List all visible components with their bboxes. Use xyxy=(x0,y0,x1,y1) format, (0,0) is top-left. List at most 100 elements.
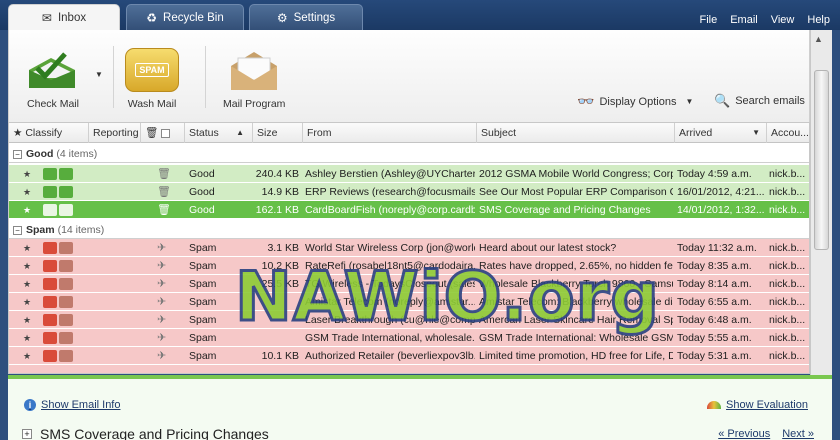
flag-spam-icon[interactable]: ✈ xyxy=(157,332,169,344)
classify-thumbs-icon[interactable] xyxy=(43,350,77,362)
classify-thumbs-icon[interactable] xyxy=(43,332,77,344)
star-icon[interactable]: ★ xyxy=(23,329,33,347)
subject-cell: Rates have dropped, 2.65%, no hidden fee… xyxy=(479,260,673,272)
subject-cell: 2012 GSMA Mobile World Congress; Corpo..… xyxy=(479,168,673,180)
glasses-icon: 👓 xyxy=(577,93,595,109)
classify-thumbs-icon[interactable] xyxy=(43,296,77,308)
menu-file[interactable]: File xyxy=(699,14,717,26)
email-row[interactable]: ★ 🗑 Good 240.4 KB Ashley Berstien (Ashle… xyxy=(9,165,809,183)
ribbon-toolbar: Check Mail ▼ SPAM Wash Mail Mail Program… xyxy=(8,30,810,122)
star-icon[interactable]: ★ xyxy=(23,275,33,293)
email-row-selected[interactable]: ★ 🗑 Good 162.1 KB CardBoardFish (noreply… xyxy=(9,201,809,219)
star-icon[interactable]: ★ xyxy=(23,183,33,201)
subject-cell: SMS Coverage and Pricing Changes xyxy=(479,204,651,216)
show-email-info-link[interactable]: i Show Email Info xyxy=(24,399,120,411)
gear-icon: ⚙ xyxy=(276,10,288,25)
group-header-spam[interactable]: − Spam (14 items) xyxy=(9,221,809,239)
email-row[interactable]: ★ ✈ Spam GSM Trade International, wholes… xyxy=(9,329,809,347)
star-icon[interactable]: ★ xyxy=(23,201,33,219)
trash-icon[interactable]: 🗑 xyxy=(157,168,169,180)
trash-icon[interactable]: 🗑 xyxy=(157,204,169,216)
flag-spam-icon[interactable]: ✈ xyxy=(157,314,169,326)
column-from[interactable]: From xyxy=(303,123,477,143)
flag-spam-icon[interactable]: ✈ xyxy=(157,242,169,254)
account-cell: nick.b... xyxy=(769,332,806,344)
next-link[interactable]: Next » xyxy=(782,428,814,440)
collapse-icon[interactable]: − xyxy=(13,225,22,235)
email-row-partial[interactable] xyxy=(9,365,809,373)
menu-help[interactable]: Help xyxy=(807,14,830,26)
column-size[interactable]: Size xyxy=(253,123,303,143)
column-reporting[interactable]: Reporting xyxy=(89,123,141,143)
preview-title: + SMS Coverage and Pricing Changes xyxy=(22,426,269,440)
column-size-label: Size xyxy=(257,127,278,139)
star-icon[interactable]: ★ xyxy=(23,165,33,183)
from-cell: Amistar Telecom (noreply@amistar... xyxy=(305,296,475,308)
arrived-cell: 14/01/2012, 1:32... xyxy=(677,204,765,216)
trash-icon[interactable]: 🗑 xyxy=(157,186,169,198)
arrived-cell: Today 4:59 a.m. xyxy=(677,168,752,180)
show-evaluation-link[interactable]: Show Evaluation xyxy=(707,399,808,411)
email-row[interactable]: ★ ✈ Spam 10.2 KB RateRefi (rosabel18nt5@… xyxy=(9,257,809,275)
classify-thumbs-icon[interactable] xyxy=(43,168,77,180)
column-account[interactable]: Accou... xyxy=(767,123,809,143)
size-cell: 14.9 KB xyxy=(261,186,299,198)
checkbox-icon[interactable] xyxy=(161,128,171,138)
check-mail-button[interactable]: Check Mail xyxy=(23,48,83,110)
arrived-cell: Today 6:48 a.m. xyxy=(677,314,752,326)
email-row[interactable]: ★ ✈ Spam 10.1 KB Authorized Retailer (be… xyxy=(9,347,809,365)
star-icon[interactable]: ★ xyxy=(23,293,33,311)
column-classify-label: Classify xyxy=(25,127,63,139)
tab-inbox[interactable]: ✉ Inbox xyxy=(8,4,120,30)
from-cell: RateRefi (rosabel18nt5@cardodaira.i... xyxy=(305,260,475,272)
scrollbar[interactable]: ▲ xyxy=(810,30,832,375)
star-icon[interactable]: ★ xyxy=(23,311,33,329)
group-good-label: Good xyxy=(26,148,54,160)
classify-thumbs-icon[interactable] xyxy=(43,186,77,198)
wash-mail-icon: SPAM xyxy=(125,48,179,92)
column-classify[interactable]: ★ Classify xyxy=(9,123,89,143)
group-spam-count: (14 items) xyxy=(57,224,105,236)
column-delete[interactable]: 🗑 xyxy=(141,123,185,143)
envelope-icon: ✉ xyxy=(41,10,52,25)
classify-thumbs-icon[interactable] xyxy=(43,314,77,326)
collapse-icon[interactable]: − xyxy=(13,149,22,159)
flag-spam-icon[interactable]: ✈ xyxy=(157,350,169,362)
mail-program-button[interactable]: Mail Program xyxy=(223,48,285,110)
star-icon[interactable]: ★ xyxy=(23,239,33,257)
column-subject[interactable]: Subject xyxy=(477,123,675,143)
email-row[interactable]: ★ 🗑 Good 14.9 KB ERP Reviews (research@f… xyxy=(9,183,809,201)
previous-link[interactable]: « Previous xyxy=(718,428,770,440)
email-row[interactable]: ★ ✈ Spam 3.1 KB World Star Wireless Corp… xyxy=(9,239,809,257)
flag-spam-icon[interactable]: ✈ xyxy=(157,260,169,272)
star-icon[interactable]: ★ xyxy=(23,347,33,365)
menu-view[interactable]: View xyxy=(771,14,795,26)
menu-email[interactable]: Email xyxy=(730,14,758,26)
status-cell: Spam xyxy=(189,332,217,344)
star-icon[interactable]: ★ xyxy=(23,257,33,275)
flag-spam-icon[interactable]: ✈ xyxy=(157,296,169,308)
column-status[interactable]: Status ▲ xyxy=(185,123,253,143)
scroll-up-icon[interactable]: ▲ xyxy=(814,34,823,44)
subject-cell: GSM Trade International: Wholesale GSM P… xyxy=(479,332,673,344)
display-options-button[interactable]: 👓 Display Options ▼ xyxy=(577,93,693,110)
search-emails-button[interactable]: 🔍 Search emails xyxy=(714,93,805,109)
column-arrived[interactable]: Arrived ▼ xyxy=(675,123,767,143)
group-header-good[interactable]: − Good (4 items) xyxy=(9,145,809,163)
check-mail-dropdown-icon[interactable]: ▼ xyxy=(95,70,103,79)
scrollbar-thumb[interactable] xyxy=(814,70,829,250)
flag-spam-icon[interactable]: ✈ xyxy=(157,278,169,290)
subject-cell: Limited time promotion, HD free for Life… xyxy=(479,350,673,362)
expand-icon[interactable]: + xyxy=(22,429,32,439)
tab-settings[interactable]: ⚙ Settings xyxy=(249,4,363,30)
email-row[interactable]: ★ ✈ Spam Amistar Telecom (noreply@amista… xyxy=(9,293,809,311)
classify-thumbs-icon[interactable] xyxy=(43,204,77,216)
email-row[interactable]: ★ ✈ Spam Laser Breakthrough (cu@hle@comp… xyxy=(9,311,809,329)
from-cell: TG Wireless - TodaysCloseout (sales@... xyxy=(305,278,475,290)
tab-recycle-bin[interactable]: ♻ Recycle Bin xyxy=(126,4,244,30)
email-row[interactable]: ★ ✈ Spam 25.5 KB TG Wireless - TodaysClo… xyxy=(9,275,809,293)
classify-thumbs-icon[interactable] xyxy=(43,260,77,272)
wash-mail-button[interactable]: SPAM Wash Mail xyxy=(125,48,179,110)
classify-thumbs-icon[interactable] xyxy=(43,242,77,254)
classify-thumbs-icon[interactable] xyxy=(43,278,77,290)
